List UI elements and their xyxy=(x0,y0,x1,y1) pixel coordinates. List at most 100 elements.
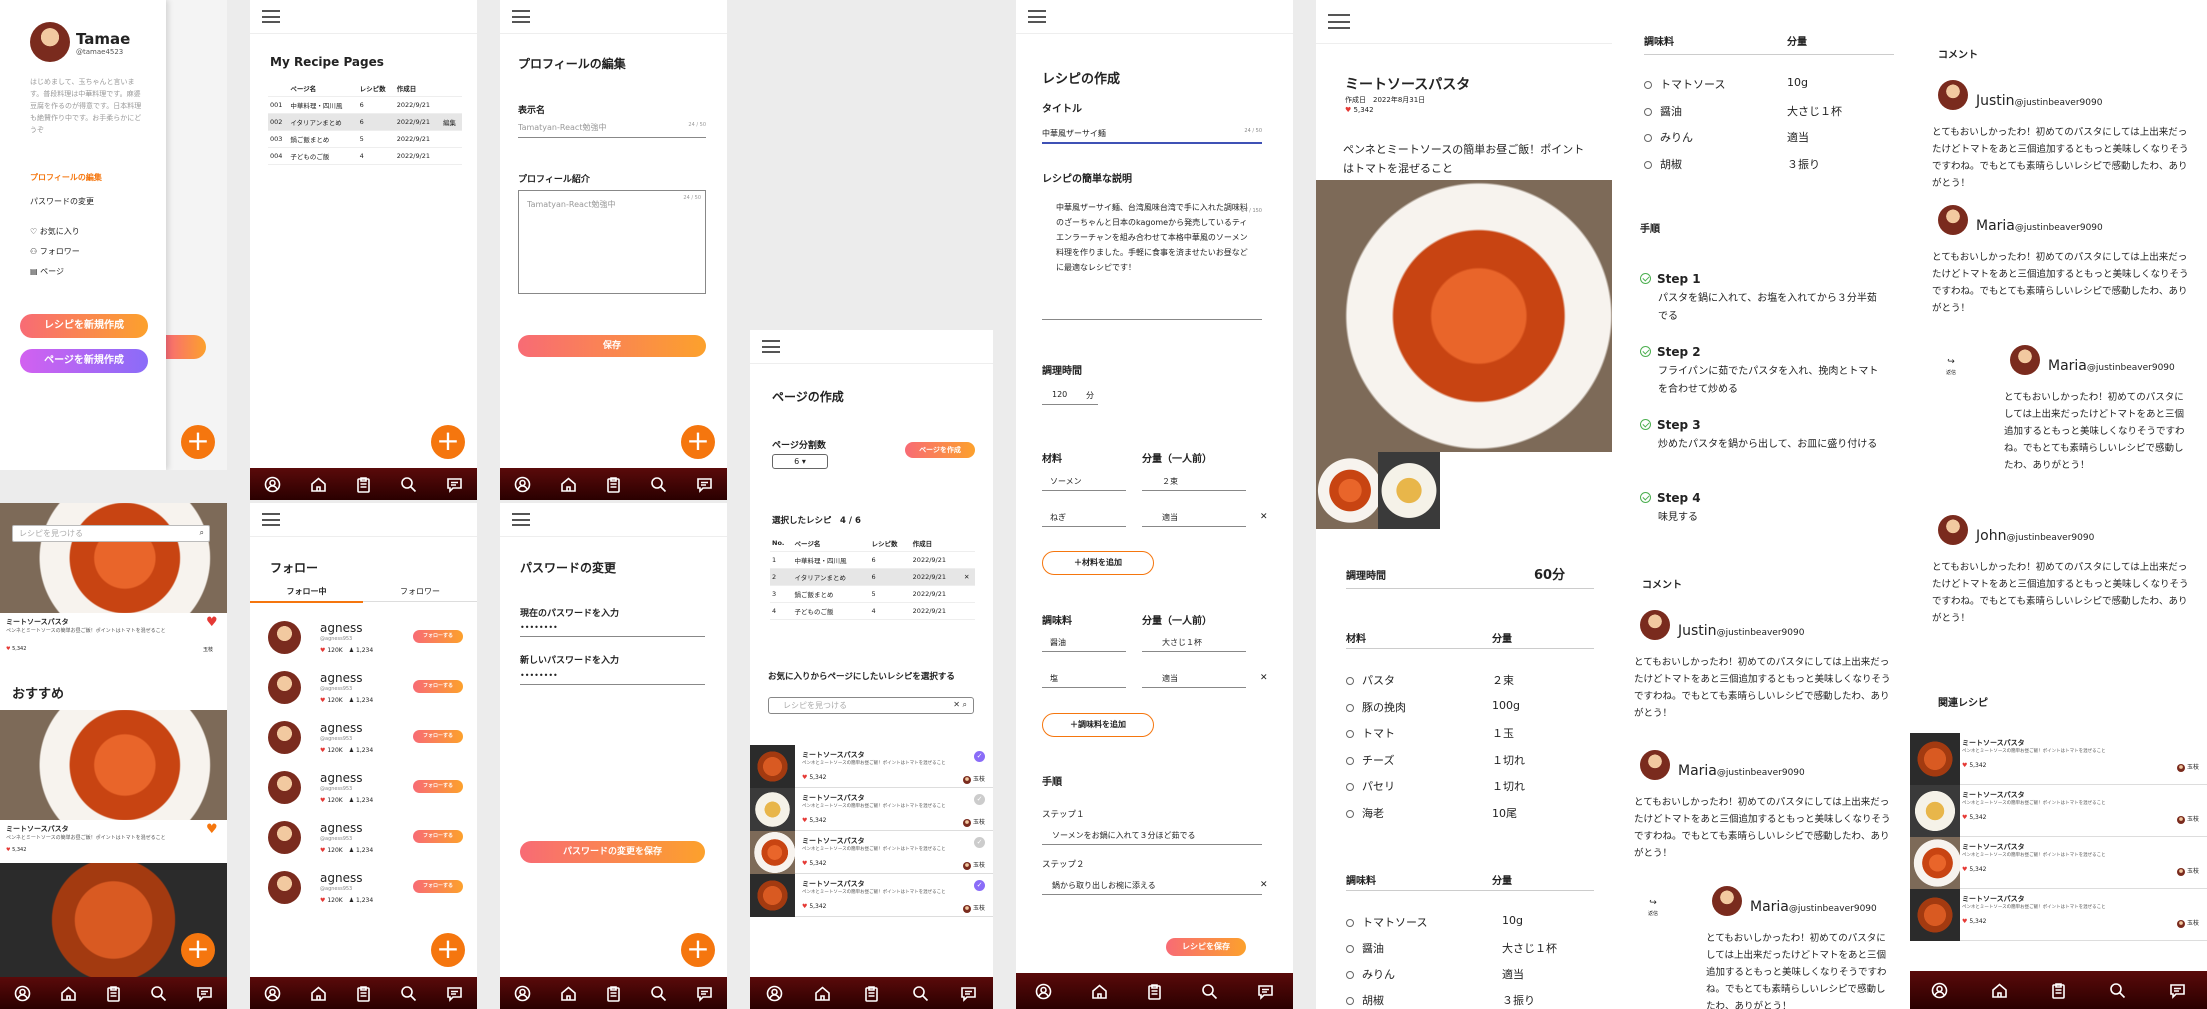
menu-icon[interactable] xyxy=(262,513,280,526)
name-field[interactable]: ねぎ xyxy=(1042,512,1126,527)
step2-field[interactable]: 鍋から取り出しお椀に添える xyxy=(1042,880,1262,895)
recipe-image[interactable] xyxy=(0,503,227,613)
search-icon[interactable] xyxy=(400,985,417,1002)
save-recipe-button[interactable]: レシピを保存 xyxy=(1166,938,1246,956)
clipboard-icon[interactable] xyxy=(605,985,622,1002)
checkbox-icon[interactable] xyxy=(1346,783,1354,791)
checkbox-icon[interactable] xyxy=(1644,107,1652,116)
follow-button[interactable]: フォローする xyxy=(413,680,463,693)
checkbox-icon[interactable] xyxy=(1346,971,1354,979)
profile-icon[interactable] xyxy=(514,985,531,1002)
thumbnail[interactable] xyxy=(1378,452,1440,529)
recipe-card[interactable]: ミートソースパスタ ペンネとミートソースの簡単お昼ご飯！ポイントはトマトを混ぜるこ… xyxy=(1910,889,2207,941)
table-row[interactable]: 001 中華料理・四川風 6 2022/9/21 xyxy=(268,96,462,114)
home-icon[interactable] xyxy=(560,985,577,1002)
list-item[interactable]: 胡椒 ３振り xyxy=(1346,992,1594,1009)
heart-icon[interactable]: ♥ xyxy=(206,822,218,837)
table-row[interactable]: 002 イタリアンまとめ 6 2022/9/21 編集 xyxy=(268,113,462,131)
list-item[interactable]: 豚の挽肉 100g xyxy=(1346,699,1594,726)
quantity-field[interactable]: 適当 xyxy=(1142,673,1246,688)
name-field[interactable]: 醤油 xyxy=(1042,637,1126,652)
recipe-card[interactable]: ミートソースパスタ ペンネとミートソースの簡単お昼ご飯！ポイントはトマトを混ぜるこ… xyxy=(750,874,993,917)
new-page-button[interactable]: ページを新規作成 xyxy=(20,349,148,373)
list-item[interactable]: パスタ ２束 xyxy=(1346,672,1594,699)
recipe-image[interactable] xyxy=(0,710,227,820)
add-fab[interactable]: + xyxy=(181,425,215,459)
checkbox-icon[interactable] xyxy=(1346,677,1354,685)
menu-favorites[interactable]: ♡ お気に入り xyxy=(30,226,80,237)
follow-button[interactable]: フォローする xyxy=(413,830,463,843)
table-row[interactable]: 4 子どものご飯 4 2022/9/21 xyxy=(770,602,975,620)
home-icon[interactable] xyxy=(1991,982,2008,999)
checkbox-icon[interactable] xyxy=(1346,756,1354,765)
reply-icon[interactable]: ↪ 返信 xyxy=(1946,357,1956,377)
menu-password[interactable]: パスワードの変更 xyxy=(30,196,94,207)
checkbox-icon[interactable] xyxy=(1644,134,1652,142)
checkbox-icon[interactable] xyxy=(1346,730,1354,738)
add-fab[interactable]: + xyxy=(181,933,215,967)
clipboard-icon[interactable] xyxy=(355,476,372,493)
display-name-field[interactable]: Tamatyan-React勉強中 24 / 50 xyxy=(518,122,706,138)
table-row[interactable]: 003 鍋ご飯まとめ 5 2022/9/21 xyxy=(268,130,462,148)
search-icon[interactable] xyxy=(650,476,667,493)
follow-button[interactable]: フォローする xyxy=(413,730,463,743)
profile-icon[interactable] xyxy=(264,476,281,493)
menu-pages[interactable]: ▤ ページ xyxy=(30,266,64,277)
checked-icon[interactable]: ✓ xyxy=(974,880,985,891)
reply-icon[interactable]: ↪ 返信 xyxy=(1648,898,1658,918)
drawer-backdrop[interactable] xyxy=(166,0,227,470)
table-cell[interactable] xyxy=(961,585,975,603)
close-icon[interactable]: ✕ xyxy=(1260,880,1268,890)
list-item[interactable]: みりん 適当 xyxy=(1346,966,1594,992)
create-page-button[interactable]: ページを作成 xyxy=(905,442,975,458)
clipboard-icon[interactable] xyxy=(2050,982,2067,999)
list-item[interactable]: agness @agness953 ♥ 120K ♟ 1,234 フォローする xyxy=(268,815,463,865)
list-item[interactable]: agness @agness953 ♥ 120K ♟ 1,234 フォローする xyxy=(268,665,463,715)
menu-icon[interactable] xyxy=(512,10,530,23)
clipboard-icon[interactable] xyxy=(863,985,880,1002)
name-field[interactable]: 塩 xyxy=(1042,673,1126,688)
checkbox-icon[interactable] xyxy=(1644,160,1652,169)
add-ingredient-button[interactable]: ＋材料を追加 xyxy=(1042,551,1154,575)
profile-icon[interactable] xyxy=(1035,983,1052,1000)
recipe-card[interactable]: ミートソースパスタ ペンネとミートソースの簡単お昼ご飯！ポイントはトマトを混ぜるこ… xyxy=(750,745,993,788)
search-icon[interactable]: ⌕ xyxy=(200,528,204,538)
clipboard-icon[interactable] xyxy=(105,985,122,1002)
chat-icon[interactable] xyxy=(446,985,463,1002)
search-icon[interactable] xyxy=(912,985,929,1002)
recipe-card[interactable]: ミートソースパスタ ペンネとミートソースの簡単お昼ご飯！ポイントはトマトを混ぜるこ… xyxy=(750,831,993,874)
clipboard-icon[interactable] xyxy=(355,985,372,1002)
chat-icon[interactable] xyxy=(1257,983,1274,1000)
clipboard-icon[interactable] xyxy=(605,476,622,493)
unchecked-icon[interactable]: ✓ xyxy=(974,837,985,848)
save-password-button[interactable]: パスワードの変更を保存 xyxy=(520,841,705,863)
tab-following[interactable]: フォロー中 xyxy=(250,586,363,603)
menu-icon[interactable] xyxy=(262,10,280,23)
recipe-card[interactable]: ミートソースパスタ ペンネとミートソースの簡単お昼ご飯！ポイントはトマトを混ぜるこ… xyxy=(1910,785,2207,837)
home-icon[interactable] xyxy=(310,476,327,493)
follow-button[interactable]: フォローする xyxy=(413,780,463,793)
list-item[interactable]: 醤油 大さじ１杯 xyxy=(1346,940,1594,966)
search-input[interactable]: レシピを見つける ⌕ xyxy=(12,525,210,542)
table-row[interactable]: 1 中華料理・四川風 6 2022/9/21 xyxy=(770,551,975,569)
list-item[interactable]: みりん 適当 xyxy=(1644,129,1894,156)
profile-icon[interactable] xyxy=(766,985,783,1002)
list-item[interactable]: 醤油 大さじ１杯 xyxy=(1644,103,1894,130)
heart-icon[interactable]: ♥ xyxy=(206,615,218,630)
split-select[interactable]: 6 ▾ xyxy=(772,454,828,469)
intro-textarea[interactable]: Tamatyan-React勉強中 24 / 50 xyxy=(518,190,706,294)
thumbnail[interactable] xyxy=(1316,452,1378,529)
list-item[interactable]: 胡椒 ３振り xyxy=(1644,156,1894,183)
clipboard-icon[interactable] xyxy=(1146,983,1163,1000)
home-icon[interactable] xyxy=(60,985,77,1002)
list-item[interactable]: agness @agness953 ♥ 120K ♟ 1,234 フォローする xyxy=(268,865,463,915)
recipe-card[interactable]: ミートソースパスタ ペンネとミートソースの簡単お昼ご飯！ポイントはトマトを混ぜるこ… xyxy=(1910,733,2207,785)
add-fab[interactable]: + xyxy=(681,425,715,459)
step1-field[interactable]: ソーメンをお鍋に入れて３分ほど茹でる xyxy=(1042,830,1262,845)
current-password-field[interactable]: •••••••• xyxy=(520,623,705,637)
new-password-field[interactable]: •••••••• xyxy=(520,671,705,685)
new-recipe-button[interactable]: レシピを新規作成 xyxy=(20,314,148,338)
search-icon[interactable] xyxy=(1201,983,1218,1000)
search-icon[interactable]: ✕ ⌕ xyxy=(953,700,967,710)
home-icon[interactable] xyxy=(814,985,831,1002)
